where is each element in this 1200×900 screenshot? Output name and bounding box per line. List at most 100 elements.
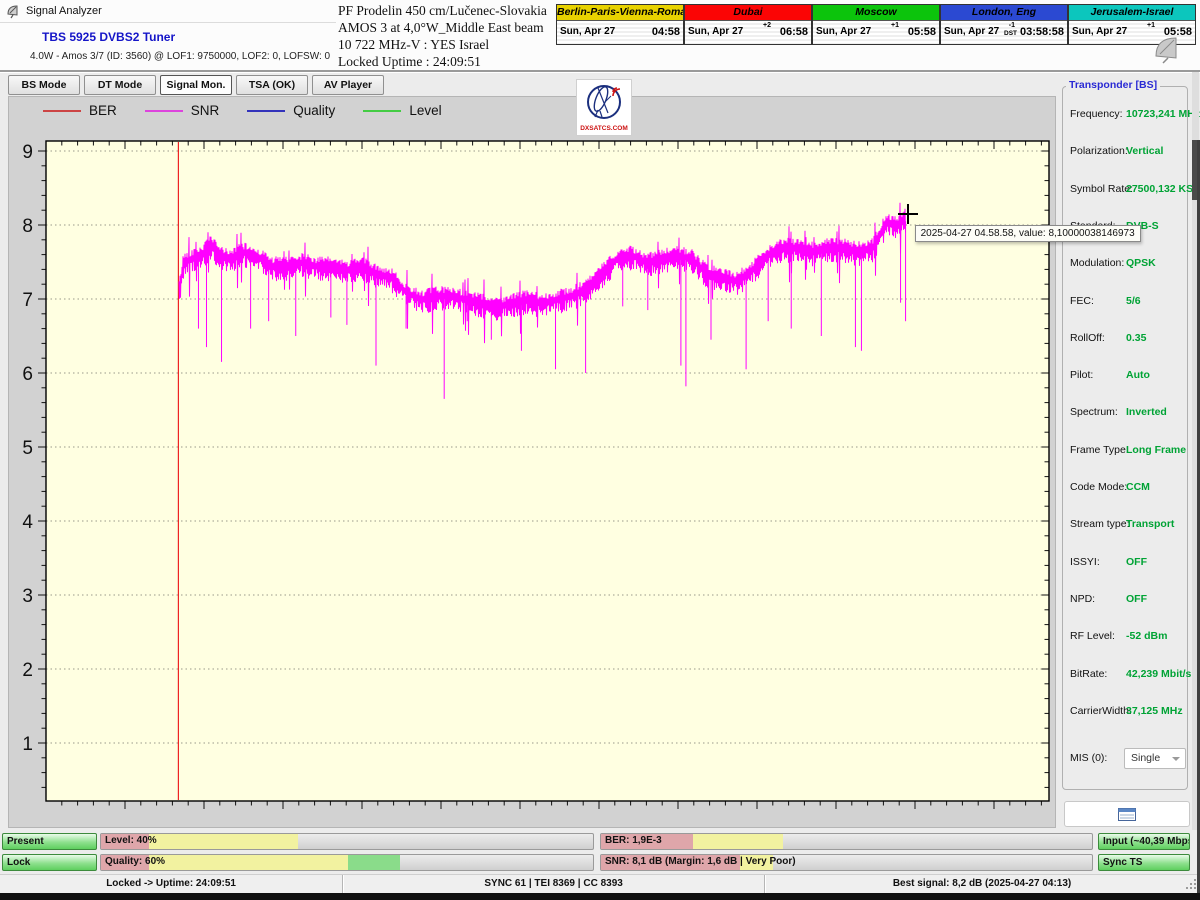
transponder-title: Transponder [BS] [1066, 79, 1160, 91]
divider [0, 22, 336, 23]
world-clocks: Berlin-Paris-Vienna-Roma Sun, Apr 27 04:58… [556, 4, 1196, 45]
transponder-row-value: OFF [1126, 556, 1147, 568]
progress-label: Quality: 60% [105, 856, 165, 867]
chevron-down-icon [1172, 757, 1180, 761]
y-axis-label: 6 [22, 364, 33, 385]
transponder-row-label: BitRate: [1070, 668, 1107, 680]
tab-tsa-ok-[interactable]: TSA (OK) [236, 75, 308, 95]
window-edge [0, 893, 1200, 900]
separator [0, 70, 1200, 73]
progress-label: Level: 40% [105, 835, 157, 846]
sync-ts-indicator: Sync TS [1098, 854, 1190, 871]
transponder-row-label: RF Level: [1070, 630, 1115, 642]
transponder-panel: Transponder [BS] Frequency:10723,241 MHz… [1060, 72, 1194, 830]
transponder-row-label: FEC: [1070, 295, 1094, 307]
snr-chart-plot[interactable]: 123456789 [9, 97, 1057, 829]
world-clock: Berlin-Paris-Vienna-Roma Sun, Apr 27 04:58 [556, 4, 684, 45]
transponder-row-label: Code Mode: [1070, 481, 1127, 493]
lock-indicator: Lock [2, 854, 97, 871]
plot-background [46, 141, 1049, 801]
transponder-row-label: ISSYI: [1070, 556, 1100, 568]
statusbar-segment: Best signal: 8,2 dB (2025-04-27 04:13) [765, 875, 1200, 894]
progress-segment [149, 855, 349, 870]
clock-city: Moscow [813, 5, 939, 21]
transponder-row-label: Polarization: [1070, 145, 1128, 157]
clock-utc-offset: +2 [763, 22, 771, 29]
clock-body: Sun, Apr 27-1DST03:58:58 [941, 21, 1067, 44]
status-bar: Locked -> Uptime: 24:09:51SYNC 61 | TEI … [0, 874, 1200, 894]
crosshair-cursor [907, 204, 909, 224]
transponder-row-value: 37,125 MHz [1126, 705, 1183, 717]
clock-date: Sun, Apr 27 [1072, 26, 1127, 37]
transponder-row-value: Long Frame [1126, 444, 1186, 456]
tuner-name: TBS 5925 DVBS2 Tuner [42, 30, 175, 44]
site-info-line: AMOS 3 at 4,0°W_Middle East beam [338, 19, 553, 36]
transponder-row-label: Stream type: [1070, 518, 1130, 530]
transponder-row-value: Inverted [1126, 406, 1167, 418]
signal-analyzer-window: Signal Analyzer × TBS 5925 DVBS2 Tuner 4… [0, 0, 1200, 900]
world-clock: London, EngSun, Apr 27-1DST03:58:58 [940, 4, 1068, 45]
progress-segment [348, 855, 400, 870]
transponder-row-value: 0.35 [1126, 332, 1146, 344]
clock-date: Sun, Apr 27 [560, 26, 615, 37]
transponder-row-label: Modulation: [1070, 257, 1124, 269]
world-clock: MoscowSun, Apr 27+105:58 [812, 4, 940, 45]
transponder-row-value: CCM [1126, 481, 1150, 493]
y-axis-label: 2 [22, 660, 33, 681]
transponder-row-label: Frequency: [1070, 108, 1123, 120]
transponder-row-value: 42,239 Mbit/s [1126, 668, 1191, 680]
tab-dt-mode[interactable]: DT Mode [84, 75, 156, 95]
transponder-row-value: QPSK [1126, 257, 1156, 269]
y-axis-label: 1 [22, 734, 33, 755]
mode-tabs: BS ModeDT ModeSignal Mon.TSA (OK)AV Play… [8, 75, 384, 95]
transponder-row-value: Vertical [1126, 145, 1163, 157]
transport-list-icon [1118, 808, 1136, 821]
tab-av-player[interactable]: AV Player [312, 75, 384, 95]
transponder-row-label: Symbol Rate: [1070, 183, 1133, 195]
resize-grip[interactable] [1186, 879, 1196, 889]
statusbar-segment: Locked -> Uptime: 24:09:51 [0, 875, 343, 894]
transponder-row-value: -52 dBm [1126, 630, 1167, 642]
world-clock: DubaiSun, Apr 27+206:58 [684, 4, 812, 45]
statusbar-segment: SYNC 61 | TEI 8369 | CC 8393 [343, 875, 765, 894]
y-axis-label: 8 [22, 216, 33, 237]
clock-date: Sun, Apr 27 [688, 26, 743, 37]
transponder-row-value: Auto [1126, 369, 1150, 381]
chart-panel[interactable]: BERSNRQualityLevel 123456789 [8, 96, 1056, 828]
snr-progressbar: SNR: 8,1 dB (Margin: 1,6 dB | Very Poor) [600, 854, 1093, 871]
y-axis-label: 4 [22, 512, 33, 533]
logo-caption: DXSATCS.COM [580, 125, 628, 132]
site-info-line: 10 722 MHz-V : YES Israel [338, 36, 553, 53]
transponder-row-value: OFF [1126, 593, 1147, 605]
clock-date: Sun, Apr 27 [944, 26, 999, 37]
clock-dst-flag: DST [1004, 30, 1017, 37]
transponder-row-label: RollOff: [1070, 332, 1105, 344]
clock-body: Sun, Apr 27+206:58 [685, 21, 811, 44]
clock-city: Berlin-Paris-Vienna-Roma [557, 5, 683, 21]
progress-segment [693, 834, 783, 849]
mis-value: Single [1131, 752, 1160, 764]
clock-city: London, Eng [941, 5, 1067, 21]
level-progressbar: Level: 40% [100, 833, 594, 850]
tab-signal-mon-[interactable]: Signal Mon. [160, 75, 232, 95]
quality-progressbar: Quality: 60% [100, 854, 594, 871]
transponder-row-label: CarrierWidth: [1070, 705, 1132, 717]
y-axis-label: 3 [22, 586, 33, 607]
clock-time: 04:58 [652, 26, 680, 38]
mis-label: MIS (0): [1070, 752, 1107, 764]
tuner-config: 4.0W - Amos 3/7 (ID: 3560) @ LOF1: 97500… [30, 51, 330, 62]
y-axis-label: 5 [22, 438, 33, 459]
present-indicator: Present [2, 833, 97, 850]
transponder-row-label: Spectrum: [1070, 406, 1118, 418]
clock-utc-offset: +1 [891, 22, 899, 29]
dxsatcs-logo: DXSATCS.COM [576, 79, 632, 136]
clock-utc-offset: -1 [1009, 22, 1015, 29]
tab-bs-mode[interactable]: BS Mode [8, 75, 80, 95]
site-info-line: PF Prodelin 450 cm/Lučenec-Slovakia [338, 2, 553, 19]
progress-label: SNR: 8,1 dB (Margin: 1,6 dB | Very Poor) [605, 856, 796, 867]
transport-list-button[interactable] [1064, 801, 1190, 827]
clock-utc-offset: +1 [1147, 22, 1155, 29]
transponder-row-value: 10723,241 MHz [1126, 108, 1200, 120]
mis-dropdown[interactable]: Single [1124, 748, 1186, 769]
clock-city: Dubai [685, 5, 811, 21]
